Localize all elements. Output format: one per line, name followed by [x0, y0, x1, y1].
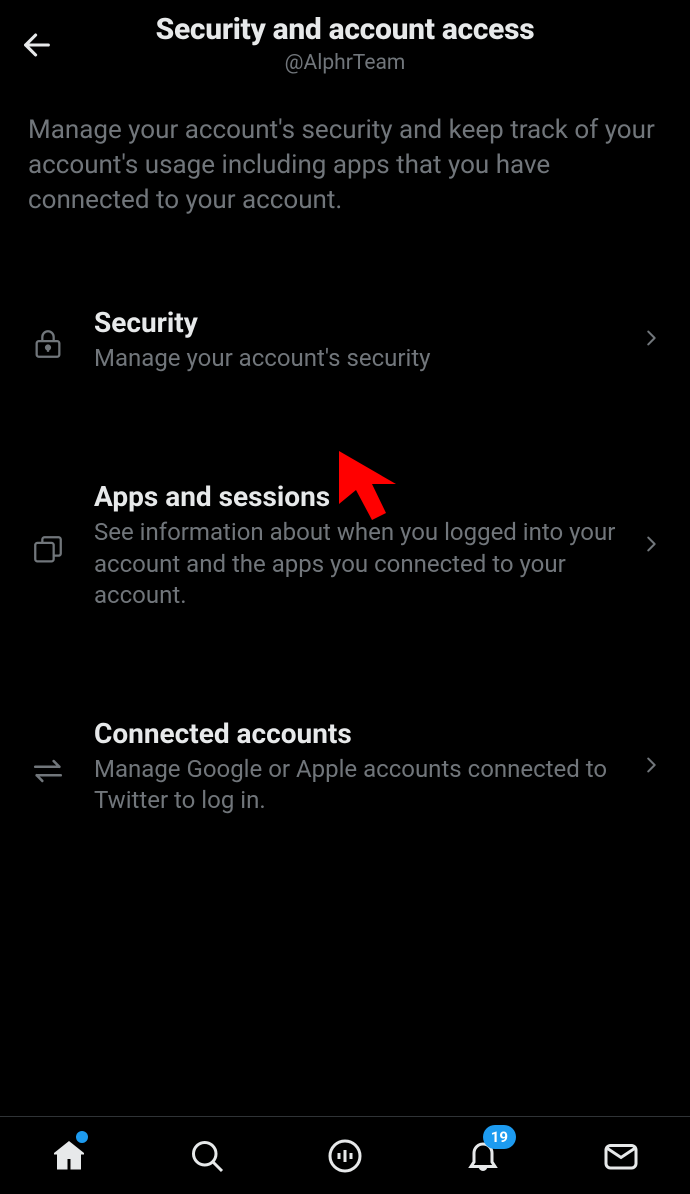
back-button[interactable]	[20, 28, 54, 66]
setting-title: Connected accounts	[94, 717, 620, 750]
setting-apps-sessions[interactable]: Apps and sessions See information about …	[0, 462, 690, 629]
page-title: Security and account access	[20, 12, 670, 47]
nav-home-dot	[76, 1131, 88, 1143]
setting-connected-accounts[interactable]: Connected accounts Manage Google or Appl…	[0, 699, 690, 834]
setting-text: Security Manage your account's security	[68, 306, 640, 374]
envelope-icon	[603, 1138, 639, 1174]
page-description: Manage your account's security and keep …	[0, 83, 690, 238]
lock-icon	[28, 319, 68, 361]
nav-badge: 19	[483, 1125, 516, 1149]
chevron-right-icon	[640, 533, 662, 559]
nav-notifications[interactable]: 19	[458, 1131, 508, 1181]
username: @AlphrTeam	[20, 51, 670, 75]
nav-messages[interactable]	[596, 1131, 646, 1181]
header: Security and account access @AlphrTeam	[0, 0, 690, 83]
apps-icon	[28, 525, 68, 567]
nav-home[interactable]	[44, 1131, 94, 1181]
setting-security[interactable]: Security Manage your account's security	[0, 288, 690, 392]
chevron-right-icon	[640, 327, 662, 353]
search-icon	[189, 1138, 225, 1174]
swap-arrows-icon	[28, 746, 68, 788]
setting-title: Security	[94, 306, 620, 339]
setting-subtitle: Manage your account's security	[94, 343, 620, 374]
chevron-right-icon	[640, 754, 662, 780]
nav-search[interactable]	[182, 1131, 232, 1181]
settings-list: Security Manage your account's security …	[0, 288, 690, 834]
setting-text: Apps and sessions See information about …	[68, 480, 640, 611]
setting-subtitle: See information about when you logged in…	[94, 517, 620, 611]
bottom-nav: 19	[0, 1116, 690, 1194]
microphone-icon	[327, 1138, 363, 1174]
home-icon	[51, 1138, 87, 1174]
setting-title: Apps and sessions	[94, 480, 620, 513]
nav-spaces[interactable]	[320, 1131, 370, 1181]
header-content: Security and account access @AlphrTeam	[20, 12, 670, 75]
arrow-left-icon	[20, 28, 54, 62]
setting-text: Connected accounts Manage Google or Appl…	[68, 717, 640, 816]
setting-subtitle: Manage Google or Apple accounts connecte…	[94, 754, 620, 816]
